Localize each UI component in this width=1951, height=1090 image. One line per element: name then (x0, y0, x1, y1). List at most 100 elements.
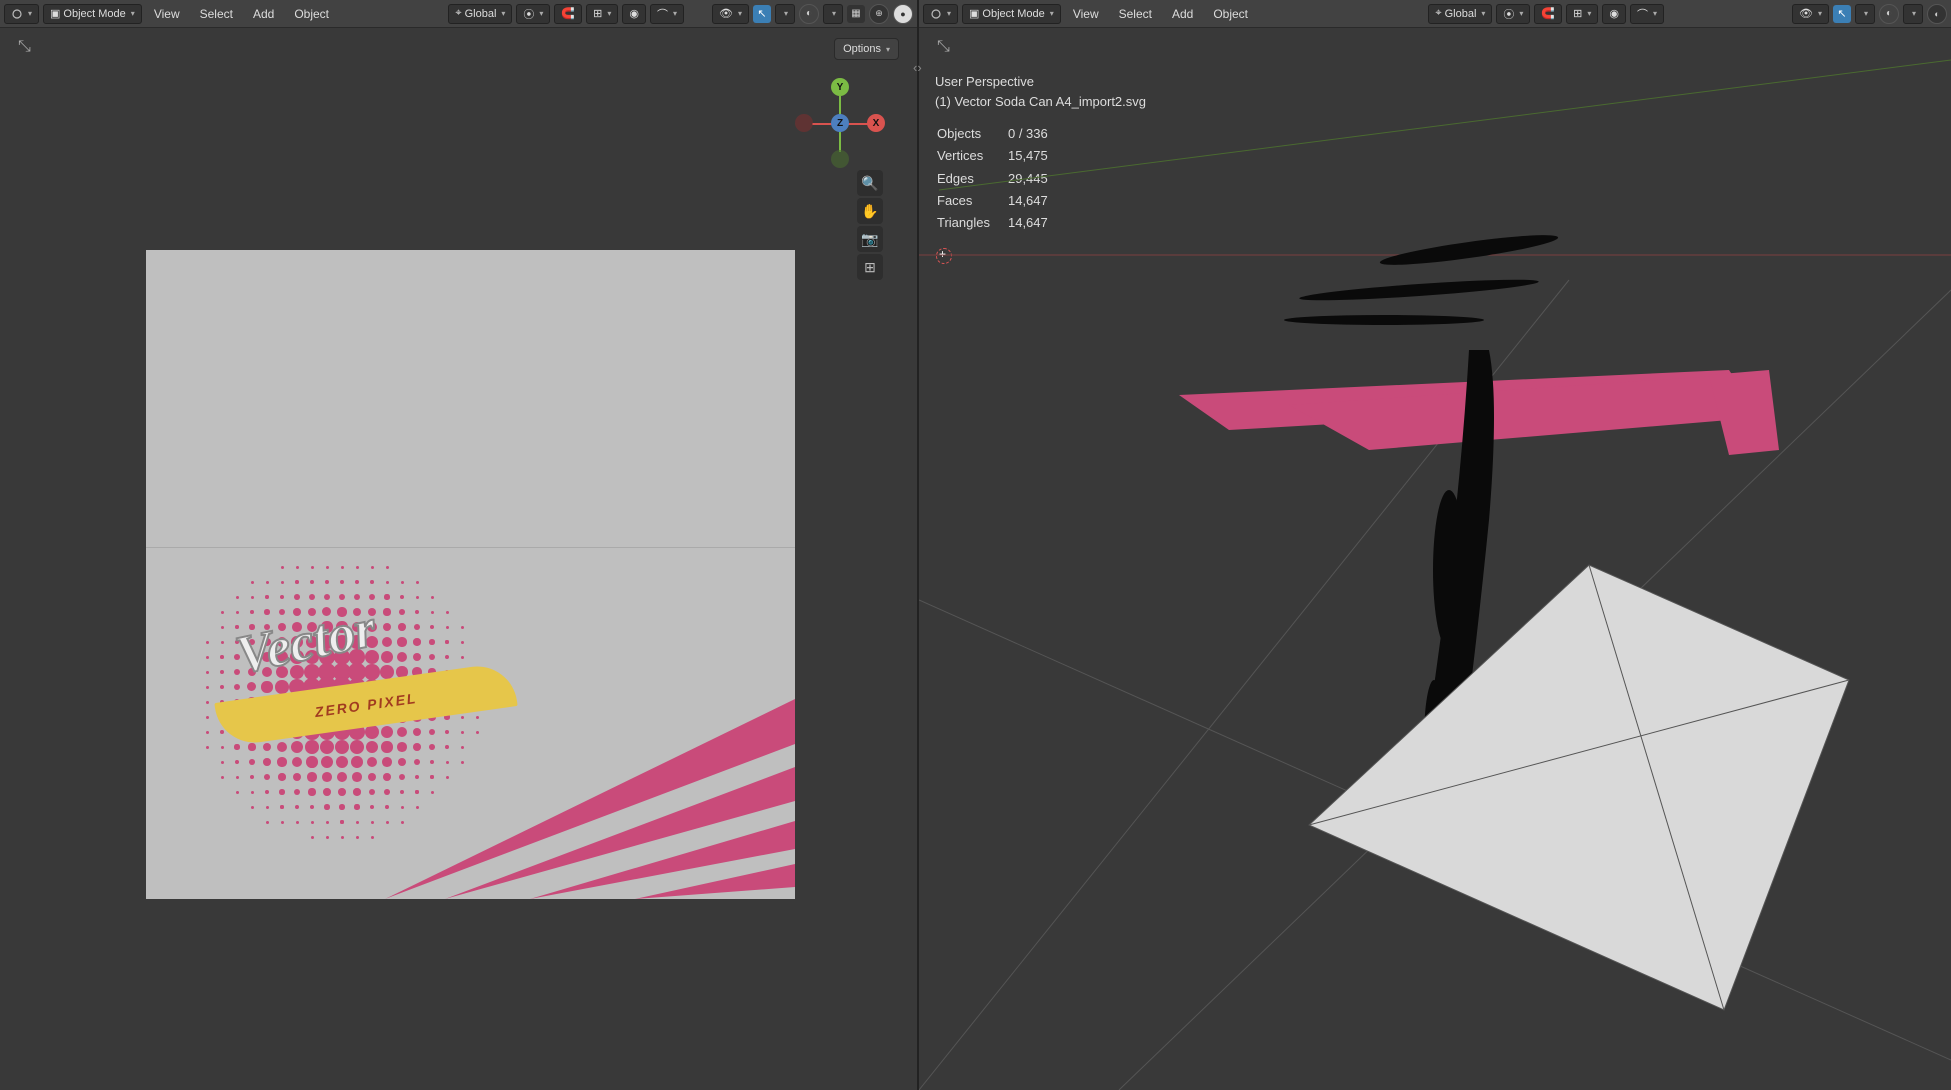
orientation-icon: ⌖ (1435, 7, 1441, 20)
menu-view[interactable]: View (1065, 7, 1107, 21)
grid-snap-icon: ⊞ (593, 7, 602, 20)
area-corner-icon[interactable]: ‹› (913, 60, 922, 75)
scene-geometry (1169, 220, 1869, 1040)
cube-icon: ▣ (969, 7, 979, 20)
table-row: Objects0 / 336 (937, 124, 1064, 144)
magnet-icon: 🧲 (561, 7, 575, 20)
proportional-toggle[interactable]: ◉ (1602, 4, 1626, 24)
overlays-toggle[interactable]: ◐ (799, 4, 819, 24)
camera-icon: 📷 (861, 231, 878, 248)
perspective-label: User Perspective (935, 72, 1146, 92)
options-button[interactable]: Options▾ (834, 38, 899, 60)
circle-icon: ◉ (629, 7, 639, 20)
magnet-icon: 🧲 (1541, 7, 1555, 20)
eye-icon: 👁 (1799, 7, 1813, 20)
grid-snap-icon: ⊞ (1573, 7, 1582, 20)
axis-neg-x-ball[interactable] (795, 114, 813, 132)
axis-y-ball[interactable]: Y (831, 78, 849, 96)
shading-material[interactable]: ◐ (1927, 4, 1947, 24)
gizmo-dropdown[interactable]: ▾ (775, 4, 795, 24)
eye-icon: 👁 (719, 7, 733, 20)
orientation-dropdown[interactable]: ⌖ Global▾ (1428, 4, 1492, 24)
orientation-label: Global (1445, 8, 1477, 20)
editor-type-dropdown[interactable]: ▾ (923, 4, 958, 24)
menu-object[interactable]: Object (286, 7, 337, 21)
table-row: Faces14,647 (937, 191, 1064, 211)
overlays-toggle[interactable]: ◐ (1879, 4, 1899, 24)
menu-object[interactable]: Object (1205, 7, 1256, 21)
proportional-dropdown[interactable]: ⌒▾ (1630, 4, 1664, 24)
orientation-dropdown[interactable]: ⌖ Global▾ (448, 4, 512, 24)
snap-dropdown[interactable]: ⊞▾ (1566, 4, 1598, 24)
circle-icon: ◉ (1609, 7, 1619, 20)
visibility-dropdown[interactable]: 👁▾ (1792, 4, 1829, 24)
snap-toggle[interactable]: 🧲 (554, 4, 582, 24)
gizmo-toggle[interactable]: ↖ (753, 5, 771, 23)
header-right: ▾ ▣ Object Mode▾ View Select Add Object … (919, 0, 1951, 28)
gizmo-toggle[interactable]: ↖ (1833, 5, 1851, 23)
mode-dropdown[interactable]: ▣ Object Mode▾ (43, 4, 142, 24)
perspective-button[interactable]: ⊞ (857, 254, 883, 280)
snap-dropdown[interactable]: ⊞▾ (586, 4, 618, 24)
options-label: Options (843, 43, 881, 55)
overlays-icon: ◐ (1886, 8, 1892, 19)
grid-icon: ⊞ (864, 259, 876, 276)
orientation-label: Global (465, 8, 497, 20)
falloff-icon: ⌒ (1637, 6, 1648, 22)
pivot-icon: ⦿ (1503, 6, 1514, 22)
magnifier-icon: 🔍 (861, 175, 878, 192)
nav-gizmo[interactable]: X Y Z (795, 78, 885, 168)
pivot-dropdown[interactable]: ⦿▾ (516, 4, 550, 24)
header-left: ▾ ▣ Object Mode▾ View Select Add Object … (0, 0, 917, 28)
editor-type-dropdown[interactable]: ▾ (4, 4, 39, 24)
menu-select[interactable]: Select (192, 7, 241, 21)
pan-button[interactable]: ✋ (857, 198, 883, 224)
cursor-tool-icon[interactable]: ⤡ (937, 38, 950, 56)
rays-graphic (385, 699, 795, 899)
table-row: Triangles14,647 (937, 213, 1064, 233)
overlays-dropdown[interactable]: ▾ (823, 4, 843, 24)
nav-buttons: 🔍 ✋ 📷 ⊞ (857, 170, 883, 280)
menu-add[interactable]: Add (1164, 7, 1201, 21)
shading-solid[interactable]: ● (893, 4, 913, 24)
zoom-button[interactable]: 🔍 (857, 170, 883, 196)
canvas-artwork: Vector ZERO PIXEL (146, 250, 795, 899)
pivot-dropdown[interactable]: ⦿▾ (1496, 4, 1530, 24)
cursor-tool-icon[interactable]: ⤡ (18, 38, 31, 56)
solid-icon: ● (900, 9, 905, 19)
menu-view[interactable]: View (146, 7, 188, 21)
stats-table: Objects0 / 336 Vertices15,475 Edges29,44… (935, 122, 1066, 235)
overlays-dropdown[interactable]: ▾ (1903, 4, 1923, 24)
gizmo-icon: ↖ (1837, 7, 1846, 20)
shading-wireframe[interactable]: ⊕ (869, 4, 889, 24)
camera-button[interactable]: 📷 (857, 226, 883, 252)
wire-icon: ⊕ (875, 8, 883, 19)
hand-icon: ✋ (861, 203, 878, 220)
orientation-icon: ⌖ (455, 7, 461, 20)
xray-toggle[interactable]: ▦ (847, 5, 865, 23)
axis-neg-y-ball[interactable] (831, 150, 849, 168)
mode-label: Object Mode (63, 8, 125, 20)
mode-dropdown[interactable]: ▣ Object Mode▾ (962, 4, 1061, 24)
axis-x-ball[interactable]: X (867, 114, 885, 132)
material-icon: ◐ (1934, 9, 1939, 19)
mode-label: Object Mode (982, 8, 1044, 20)
active-object-label: (1) Vector Soda Can A4_import2.svg (935, 92, 1146, 112)
proportional-toggle[interactable]: ◉ (622, 4, 646, 24)
axis-z-ball[interactable]: Z (831, 114, 849, 132)
snap-toggle[interactable]: 🧲 (1534, 4, 1562, 24)
3d-cursor-icon (933, 245, 955, 267)
viewport-left: ▾ ▣ Object Mode▾ View Select Add Object … (0, 0, 919, 1090)
cube-icon: ▣ (50, 7, 60, 20)
menu-select[interactable]: Select (1111, 7, 1160, 21)
overlays-icon: ◐ (806, 8, 812, 19)
falloff-icon: ⌒ (657, 6, 668, 22)
gizmo-dropdown[interactable]: ▾ (1855, 4, 1875, 24)
menu-add[interactable]: Add (245, 7, 282, 21)
pivot-icon: ⦿ (523, 6, 534, 22)
proportional-dropdown[interactable]: ⌒▾ (650, 4, 684, 24)
viewport-right: ▾ ▣ Object Mode▾ View Select Add Object … (919, 0, 1951, 1090)
visibility-dropdown[interactable]: 👁▾ (712, 4, 749, 24)
gizmo-icon: ↖ (757, 7, 766, 20)
xray-icon: ▦ (851, 8, 860, 19)
